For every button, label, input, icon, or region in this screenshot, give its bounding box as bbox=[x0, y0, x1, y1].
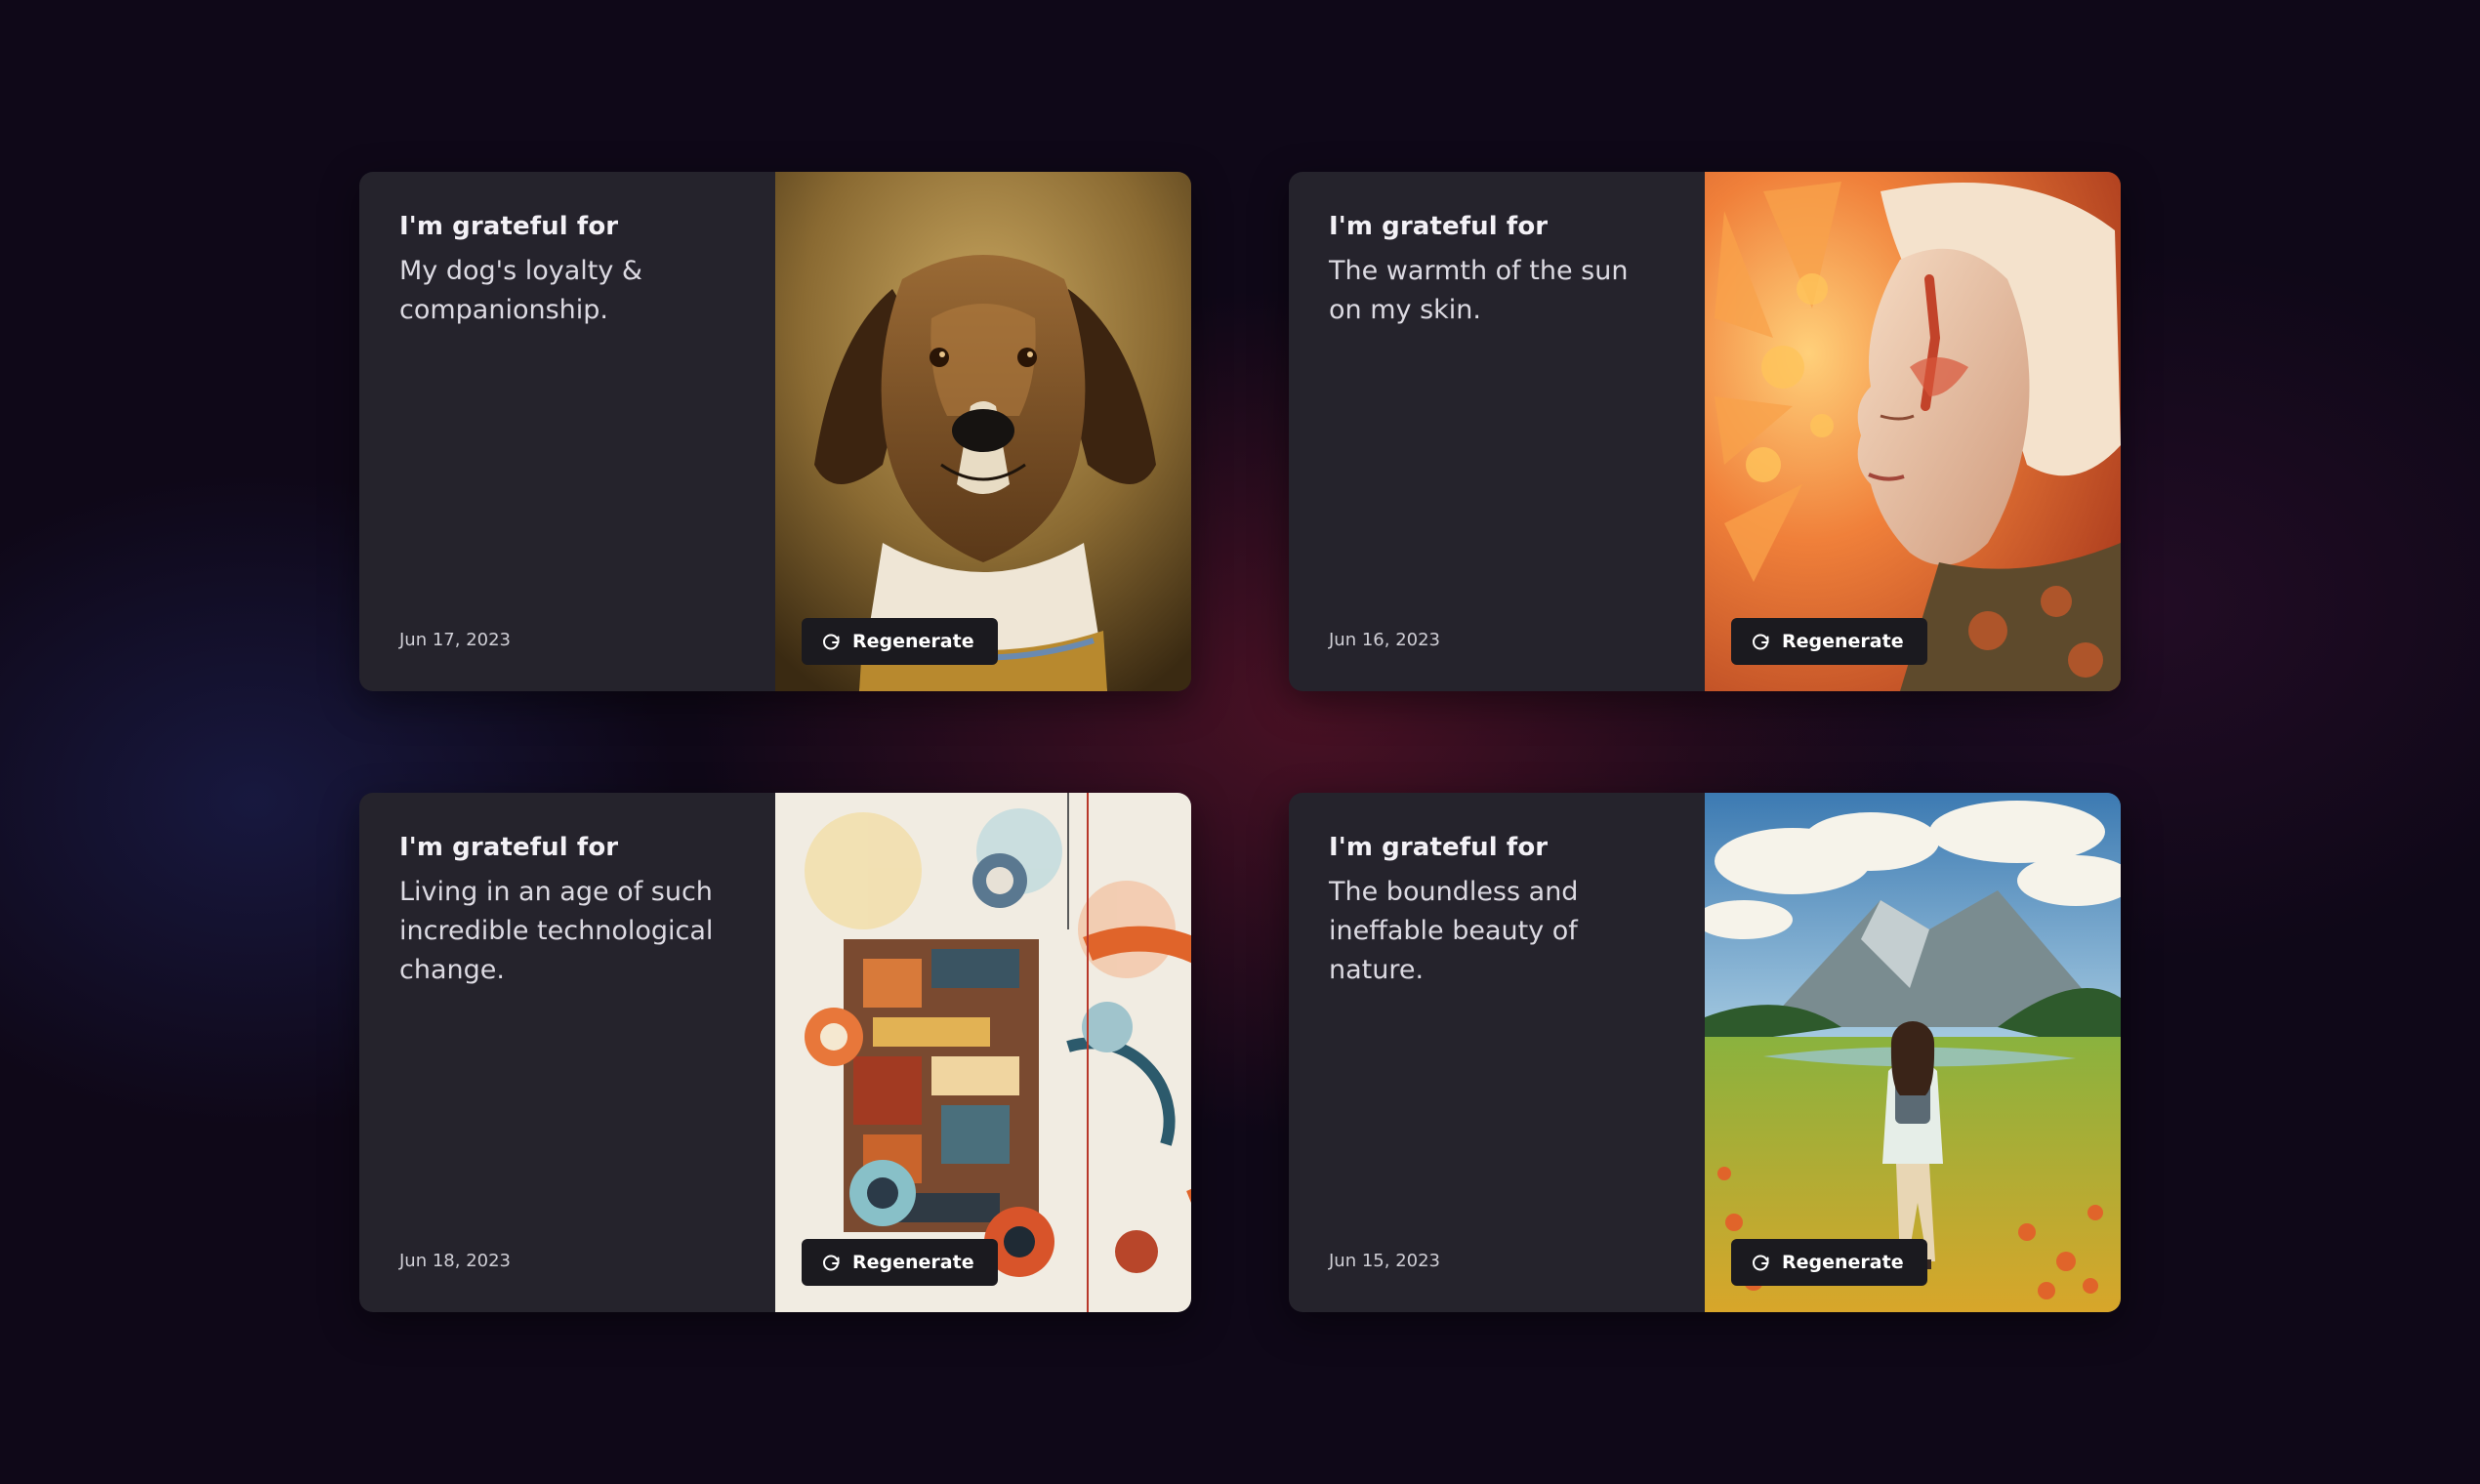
regenerate-button[interactable]: Regenerate bbox=[802, 618, 998, 665]
card-date: Jun 16, 2023 bbox=[1329, 630, 1441, 650]
refresh-icon bbox=[1751, 632, 1770, 651]
card-title: I'm grateful for bbox=[1329, 212, 1549, 241]
regenerate-button-label: Regenerate bbox=[852, 631, 974, 652]
sunlit-face-image bbox=[1705, 172, 2121, 691]
card-image-dog: Regenerate bbox=[775, 172, 1191, 691]
gratitude-card-nature[interactable]: I'm grateful for The boundless and ineff… bbox=[1289, 793, 2121, 1312]
card-title: I'm grateful for bbox=[399, 212, 619, 241]
card-entry-text: My dog's loyalty & companionship. bbox=[399, 256, 642, 325]
card-entry-text: Living in an age of such incredible tech… bbox=[399, 877, 714, 985]
refresh-icon bbox=[1751, 1253, 1770, 1272]
regenerate-button[interactable]: Regenerate bbox=[1731, 618, 1927, 665]
gratitude-card-dog[interactable]: I'm grateful for My dog's loyalty & comp… bbox=[359, 172, 1191, 691]
card-text-panel: I'm grateful for Living in an age of suc… bbox=[359, 793, 775, 1312]
regenerate-button-label: Regenerate bbox=[1782, 631, 1904, 652]
regenerate-button[interactable]: Regenerate bbox=[802, 1239, 998, 1286]
gratitude-card-sun[interactable]: I'm grateful for The warmth of the sun o… bbox=[1289, 172, 2121, 691]
card-date: Jun 18, 2023 bbox=[399, 1251, 512, 1271]
refresh-icon bbox=[821, 632, 841, 651]
regenerate-button-label: Regenerate bbox=[1782, 1252, 1904, 1273]
regenerate-button-label: Regenerate bbox=[852, 1252, 974, 1273]
card-image-sun: Regenerate bbox=[1705, 172, 2121, 691]
nature-meadow-image bbox=[1705, 793, 2121, 1312]
gratitude-card-technology[interactable]: I'm grateful for Living in an age of suc… bbox=[359, 793, 1191, 1312]
card-text-panel: I'm grateful for The boundless and ineff… bbox=[1289, 793, 1705, 1312]
card-text-panel: I'm grateful for The warmth of the sun o… bbox=[1289, 172, 1705, 691]
card-date: Jun 15, 2023 bbox=[1329, 1251, 1441, 1271]
dog-portrait-image bbox=[775, 172, 1191, 691]
card-date: Jun 17, 2023 bbox=[399, 630, 512, 650]
refresh-icon bbox=[821, 1253, 841, 1272]
card-entry-text: The boundless and ineffable beauty of na… bbox=[1329, 877, 1579, 985]
card-title: I'm grateful for bbox=[399, 833, 619, 862]
card-entry-text: The warmth of the sun on my skin. bbox=[1329, 256, 1629, 325]
card-image-technology: Regenerate bbox=[775, 793, 1191, 1312]
card-title: I'm grateful for bbox=[1329, 833, 1549, 862]
abstract-technology-image bbox=[775, 793, 1191, 1312]
gratitude-card-grid: I'm grateful for My dog's loyalty & comp… bbox=[359, 172, 2121, 1312]
card-image-nature: Regenerate bbox=[1705, 793, 2121, 1312]
card-text-panel: I'm grateful for My dog's loyalty & comp… bbox=[359, 172, 775, 691]
regenerate-button[interactable]: Regenerate bbox=[1731, 1239, 1927, 1286]
